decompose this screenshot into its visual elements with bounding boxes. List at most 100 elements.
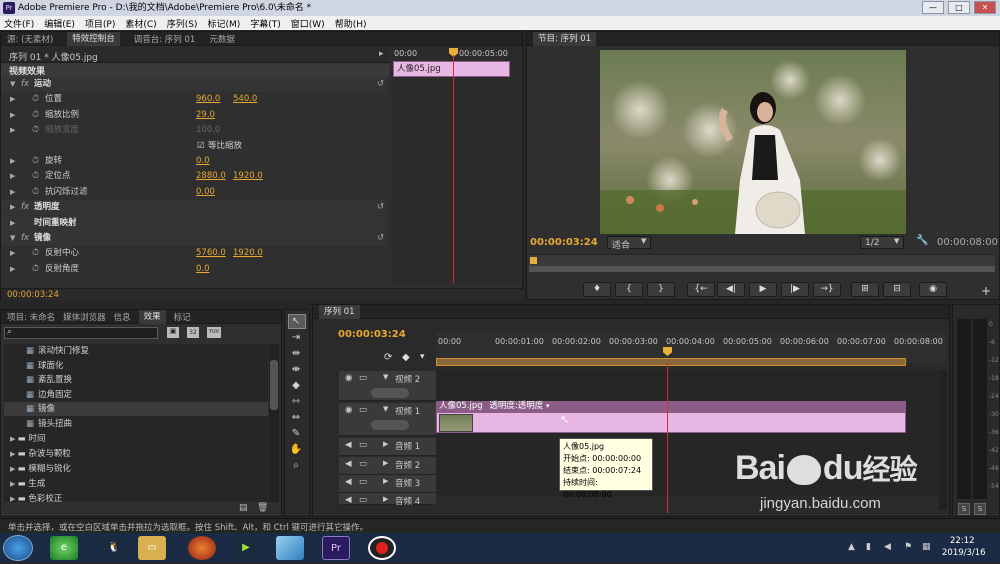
keyframe-nav[interactable] — [371, 388, 409, 398]
fx-toggle-icon[interactable]: fx — [21, 77, 29, 92]
maximize-button[interactable]: □ — [948, 1, 970, 14]
expand-triangle-icon[interactable]: ▼ — [10, 231, 15, 246]
property-value[interactable]: 960.0 — [196, 92, 220, 107]
record-icon[interactable] — [368, 536, 396, 560]
add-button-icon[interactable]: + — [981, 284, 991, 298]
menu-item[interactable]: 标记(M) — [207, 17, 240, 30]
tray-network-icon[interactable]: ▮ — [866, 542, 871, 552]
stopwatch-icon[interactable]: ⏱ — [32, 92, 39, 107]
razor-tool-icon[interactable]: ◆ — [289, 379, 303, 392]
speaker-icon[interactable]: ◀ — [345, 459, 352, 469]
stopwatch-icon[interactable]: ⏱ — [32, 169, 39, 184]
transport-button-0[interactable]: ♦ — [583, 282, 611, 297]
resolution-select[interactable]: 1/2 ▼ — [860, 236, 904, 249]
track-header[interactable]: ◉ ▭ ▼ 视频 1 — [339, 403, 436, 436]
expand-triangle-icon[interactable]: ▶ — [10, 200, 15, 215]
track-header[interactable]: ◀ ▭ ▶ 音频 4 — [339, 493, 436, 507]
effect-property[interactable]: ▶ ⏱ 定位点 2880.0 1920.0 — [1, 169, 386, 184]
expand-triangle-icon[interactable]: ▶ — [383, 495, 388, 503]
lock-icon[interactable]: ▭ — [359, 477, 367, 487]
stopwatch-icon[interactable]: ⏱ — [32, 154, 39, 169]
track-header[interactable]: ◀ ▭ ▶ 音频 2 — [339, 457, 436, 475]
transport-button-2[interactable]: } — [647, 282, 675, 297]
expand-triangle-icon[interactable]: ▶ — [10, 92, 15, 107]
tray-arrow-icon[interactable]: ▲ — [848, 542, 855, 552]
effect-folder[interactable]: ▶ ▬ 生成 — [10, 477, 45, 491]
file-explorer-icon[interactable]: ▭ — [138, 536, 166, 560]
expand-triangle-icon[interactable]: ▼ — [10, 77, 15, 92]
expand-triangle-icon[interactable]: ▶ — [10, 495, 18, 502]
property-value-2[interactable]: 1920.0 — [233, 169, 263, 184]
wrench-icon[interactable]: 🔧 — [916, 235, 928, 246]
mini-timeline-clip[interactable]: 人像05.jpg — [393, 61, 510, 77]
effect-folder[interactable]: ▶ ▬ 杂波与颗粒 — [10, 447, 71, 461]
transport-button-9[interactable]: ⊟ — [883, 282, 911, 297]
expand-triangle-icon[interactable]: ▶ — [10, 246, 15, 261]
timeline-clip[interactable] — [436, 412, 906, 433]
footer-timecode[interactable]: 00:00:03:24 — [7, 290, 59, 300]
tab-source-1[interactable]: 特效控制台 — [67, 31, 120, 46]
effect-property[interactable]: ▶ ⏱ 反射中心 5760.0 1920.0 — [1, 246, 386, 261]
32bit-badge[interactable]: 32 — [187, 327, 199, 338]
property-value[interactable]: 2880.0 — [196, 169, 226, 184]
solo-right-button[interactable]: S — [974, 503, 986, 515]
lock-icon[interactable]: ▭ — [359, 459, 367, 469]
media-player-icon[interactable]: ▶ — [232, 536, 260, 560]
effect-group[interactable]: ▼ fx 运动 ↺ — [1, 77, 386, 92]
expand-triangle-icon[interactable]: ▶ — [10, 123, 15, 138]
track-select-tool-icon[interactable]: ⇥ — [289, 331, 303, 344]
property-value[interactable]: 0.0 — [196, 262, 210, 277]
clock-time[interactable]: 22:12 — [950, 536, 975, 546]
marker-icon[interactable]: ▾ — [420, 352, 425, 362]
add-marker-icon[interactable]: ◆ — [402, 352, 410, 363]
property-value-2[interactable]: 1920.0 — [233, 246, 263, 261]
fit-select[interactable]: 适合 ▼ — [607, 236, 651, 251]
reset-icon[interactable]: ↺ — [377, 77, 384, 92]
expand-triangle-icon[interactable]: ▶ — [10, 480, 18, 488]
lock-icon[interactable]: ▭ — [359, 373, 367, 383]
minimize-button[interactable]: — — [922, 1, 944, 14]
transport-button-7[interactable]: →} — [813, 282, 841, 297]
solo-left-button[interactable]: S — [958, 503, 970, 515]
fx-toggle-icon[interactable]: fx — [21, 231, 29, 246]
eye-icon[interactable]: ◉ — [345, 373, 352, 383]
effect-property[interactable]: ▶ ⏱ 旋转 0.0 — [1, 154, 386, 169]
effect-property[interactable]: ▶ ⏱ 位置 960.0 540.0 — [1, 92, 386, 107]
expand-triangle-icon[interactable]: ▶ — [10, 435, 18, 443]
reset-icon[interactable]: ↺ — [377, 231, 384, 246]
property-value[interactable]: 0.0 — [196, 154, 210, 169]
program-scrubber[interactable] — [529, 254, 995, 272]
effect-property[interactable]: ▶ ⏱ 缩放比例 29.0 — [1, 108, 386, 123]
effects-scrollbar[interactable] — [269, 344, 279, 502]
effect-group[interactable]: ▼ fx 镜像 ↺ — [1, 231, 386, 246]
playhead-icon[interactable] — [530, 257, 537, 264]
effect-list-item[interactable]: ▦ 紊乱置换 — [26, 373, 72, 387]
menu-item[interactable]: 序列(S) — [167, 17, 198, 30]
effect-property[interactable]: ▶ ⏱ 缩放宽度 100.0 — [1, 123, 386, 138]
tab-source-2[interactable]: 调音台: 序列 01 — [134, 33, 196, 45]
effect-list-item[interactable]: ▦ 滚动快门修复 — [26, 344, 89, 358]
eye-icon[interactable]: ◉ — [345, 405, 352, 415]
tab-source-3[interactable]: 元数据 — [209, 33, 235, 45]
tab-project-2[interactable]: 信息 — [114, 311, 131, 323]
transport-button-10[interactable]: ◉ — [919, 282, 947, 297]
menu-item[interactable]: 素材(C) — [125, 17, 156, 30]
menu-item[interactable]: 帮助(H) — [335, 17, 367, 30]
slide-tool-icon[interactable]: ⇔ — [289, 411, 303, 424]
transport-button-6[interactable]: |▶ — [781, 282, 809, 297]
start-button[interactable] — [3, 535, 33, 561]
program-timecode[interactable]: 00:00:03:24 — [530, 237, 598, 248]
lock-icon[interactable]: ▭ — [359, 495, 367, 505]
expand-triangle-icon[interactable]: ▶ — [383, 459, 388, 467]
property-value[interactable]: 0.00 — [196, 185, 215, 200]
effect-group[interactable]: ▶ 时间重映射 — [1, 215, 386, 231]
effect-list-item[interactable]: ▦ 边角固定 — [26, 388, 72, 402]
trash-icon[interactable]: 🗑 — [257, 503, 268, 513]
effect-folder[interactable]: ▶ ▬ 模糊与锐化 — [10, 462, 71, 476]
menu-item[interactable]: 字幕(T) — [250, 17, 281, 30]
transport-button-8[interactable]: ⊞ — [851, 282, 879, 297]
effect-list-item[interactable]: ▦ 镜头扭曲 — [26, 417, 72, 431]
effect-property[interactable]: ☑ 等比缩放 — [1, 139, 386, 154]
slip-tool-icon[interactable]: ⇿ — [289, 395, 303, 408]
menu-item[interactable]: 文件(F) — [4, 17, 34, 30]
